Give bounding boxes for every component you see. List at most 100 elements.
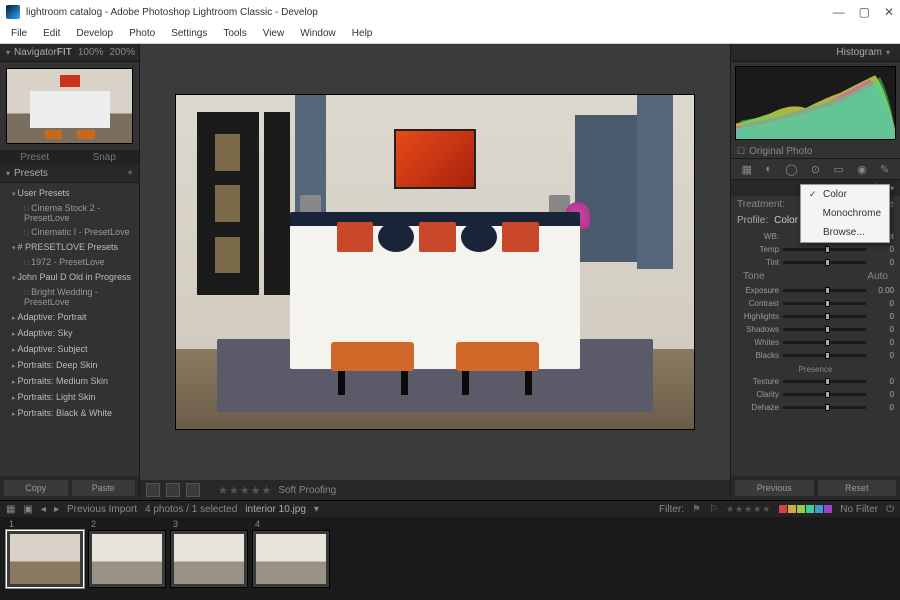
- gradient-icon[interactable]: ▭: [833, 163, 843, 176]
- preset-group[interactable]: Adaptive: Portrait: [0, 309, 139, 325]
- contrast-slider[interactable]: Contrast0: [737, 297, 894, 310]
- zoom-200%[interactable]: 200%: [109, 47, 135, 58]
- original-photo-label: Original Photo: [749, 146, 812, 157]
- temp-slider[interactable]: Temp0: [737, 243, 894, 256]
- zoom-fit[interactable]: FIT: [57, 47, 72, 58]
- popup-item[interactable]: Monochrome: [801, 204, 889, 223]
- preset-item[interactable]: Bright Wedding - PresetLove: [0, 285, 139, 309]
- filter-label: Filter:: [659, 504, 684, 515]
- add-preset-icon[interactable]: +: [127, 168, 133, 179]
- popup-item[interactable]: Browse...: [801, 223, 889, 242]
- menu-tools[interactable]: Tools: [216, 26, 253, 41]
- exposure-slider[interactable]: Exposure0.00: [737, 284, 894, 297]
- filmstrip-thumb[interactable]: 4: [252, 530, 330, 588]
- menu-window[interactable]: Window: [293, 26, 343, 41]
- auto-button[interactable]: Auto: [867, 271, 888, 282]
- no-filter-dropdown[interactable]: No Filter: [840, 504, 878, 515]
- menu-file[interactable]: File: [4, 26, 34, 41]
- presets-header[interactable]: ▾ Presets +: [0, 165, 139, 183]
- image-canvas[interactable]: [140, 44, 730, 480]
- histogram-header[interactable]: Histogram ▾: [731, 44, 900, 62]
- clarity-slider[interactable]: Clarity0: [737, 388, 894, 401]
- photo-preview: [175, 94, 695, 429]
- filmstrip: ▦ ▣ ◂ ▸ Previous Import 4 photos / 1 sel…: [0, 500, 900, 600]
- maximize-button[interactable]: ▢: [859, 5, 870, 19]
- profile-value[interactable]: Color: [774, 215, 798, 226]
- rating-stars[interactable]: ★★★★★: [218, 484, 272, 497]
- preset-group[interactable]: Adaptive: Sky: [0, 325, 139, 341]
- brush-icon[interactable]: ✎: [880, 163, 889, 176]
- crop-icon[interactable]: ▦: [742, 163, 752, 176]
- chevron-down-icon: ▾: [6, 169, 10, 178]
- path-dropdown-icon[interactable]: ▾: [314, 504, 319, 515]
- grid-view-icon[interactable]: [186, 483, 200, 497]
- loupe-view-icon[interactable]: [146, 483, 160, 497]
- presets-list: User PresetsCinema Stock 2 - PresetLoveC…: [0, 183, 139, 476]
- source-label[interactable]: Previous Import: [67, 504, 137, 515]
- close-button[interactable]: ✕: [884, 5, 894, 19]
- flag-reject-icon[interactable]: ⚐: [709, 504, 718, 515]
- menu-edit[interactable]: Edit: [36, 26, 67, 41]
- preset-snap-tabs[interactable]: PresetSnap: [0, 150, 139, 165]
- profile-label: Profile:: [737, 215, 768, 226]
- whites-slider[interactable]: Whites0: [737, 336, 894, 349]
- copy-button[interactable]: Copy: [4, 480, 68, 496]
- tint-slider[interactable]: Tint0: [737, 256, 894, 269]
- center-panel: ★★★★★ Soft Proofing: [140, 44, 730, 500]
- navigator-title: Navigator: [14, 47, 57, 58]
- texture-slider[interactable]: Texture0: [737, 375, 894, 388]
- preset-group[interactable]: Portraits: Black & White: [0, 405, 139, 421]
- reset-button[interactable]: Reset: [818, 480, 897, 496]
- preset-group[interactable]: Portraits: Light Skin: [0, 389, 139, 405]
- preset-item[interactable]: Cinematic I - PresetLove: [0, 225, 139, 239]
- navigator-thumbnail[interactable]: [6, 68, 133, 144]
- redeye-icon[interactable]: ⊙: [811, 163, 820, 176]
- preset-group[interactable]: Portraits: Deep Skin: [0, 357, 139, 373]
- menu-help[interactable]: Help: [345, 26, 380, 41]
- previous-button[interactable]: Previous: [735, 480, 814, 496]
- filmstrip-thumb[interactable]: 2: [88, 530, 166, 588]
- filename-label: interior 10.jpg: [245, 504, 306, 515]
- nav-back-button[interactable]: ◂: [41, 504, 46, 515]
- preset-item[interactable]: 1972 - PresetLove: [0, 255, 139, 269]
- before-after-icon[interactable]: [166, 483, 180, 497]
- local-tools: ▦ ◐ ◯ ⊙ ▭ ◉ ✎: [731, 158, 900, 180]
- profile-popup: ✓ColorMonochromeBrowse...: [800, 184, 890, 243]
- preset-group[interactable]: Adaptive: Subject: [0, 341, 139, 357]
- dehaze-slider[interactable]: Dehaze0: [737, 401, 894, 414]
- menu-develop[interactable]: Develop: [69, 26, 120, 41]
- preset-group[interactable]: # PRESETLOVE Presets: [0, 239, 139, 255]
- second-window-icon[interactable]: ▣: [23, 504, 32, 515]
- flag-filter-icon[interactable]: ⚑: [692, 504, 701, 515]
- menu-view[interactable]: View: [256, 26, 292, 41]
- filmstrip-thumb[interactable]: 3: [170, 530, 248, 588]
- filter-stars[interactable]: ★★★★★: [726, 504, 771, 515]
- heal-icon[interactable]: ◐: [765, 163, 772, 175]
- mask-icon[interactable]: ◯: [785, 163, 797, 176]
- menubar: FileEditDevelopPhotoSettingsToolsViewWin…: [0, 24, 900, 44]
- color-filter[interactable]: [779, 505, 832, 513]
- navigator-header[interactable]: ▾ Navigator FIT100%200%: [0, 44, 139, 62]
- soft-proofing-label[interactable]: Soft Proofing: [278, 485, 336, 496]
- menu-photo[interactable]: Photo: [122, 26, 162, 41]
- menu-settings[interactable]: Settings: [164, 26, 214, 41]
- radial-icon[interactable]: ◉: [857, 163, 867, 176]
- highlights-slider[interactable]: Highlights0: [737, 310, 894, 323]
- paste-button[interactable]: Paste: [72, 480, 136, 496]
- filter-lock-icon[interactable]: ⏻: [886, 504, 894, 515]
- preset-group[interactable]: Portraits: Medium Skin: [0, 373, 139, 389]
- preset-group[interactable]: John Paul D Old in Progress: [0, 269, 139, 285]
- develop-toolbar: ★★★★★ Soft Proofing: [140, 480, 730, 500]
- grid-icon[interactable]: ▦: [6, 504, 15, 515]
- preset-group[interactable]: User Presets: [0, 185, 139, 201]
- filmstrip-thumb[interactable]: 1: [6, 530, 84, 588]
- right-panel: Histogram ▾ ☐Original Photo ▦ ◐ ◯ ⊙ ▭ ◉: [730, 44, 900, 500]
- zoom-100%[interactable]: 100%: [78, 47, 104, 58]
- shadows-slider[interactable]: Shadows0: [737, 323, 894, 336]
- popup-item[interactable]: ✓Color: [801, 185, 889, 204]
- minimize-button[interactable]: —: [833, 5, 845, 19]
- nav-fwd-button[interactable]: ▸: [54, 504, 59, 515]
- preset-item[interactable]: Cinema Stock 2 - PresetLove: [0, 201, 139, 225]
- blacks-slider[interactable]: Blacks0: [737, 349, 894, 362]
- histogram-display[interactable]: [735, 66, 896, 140]
